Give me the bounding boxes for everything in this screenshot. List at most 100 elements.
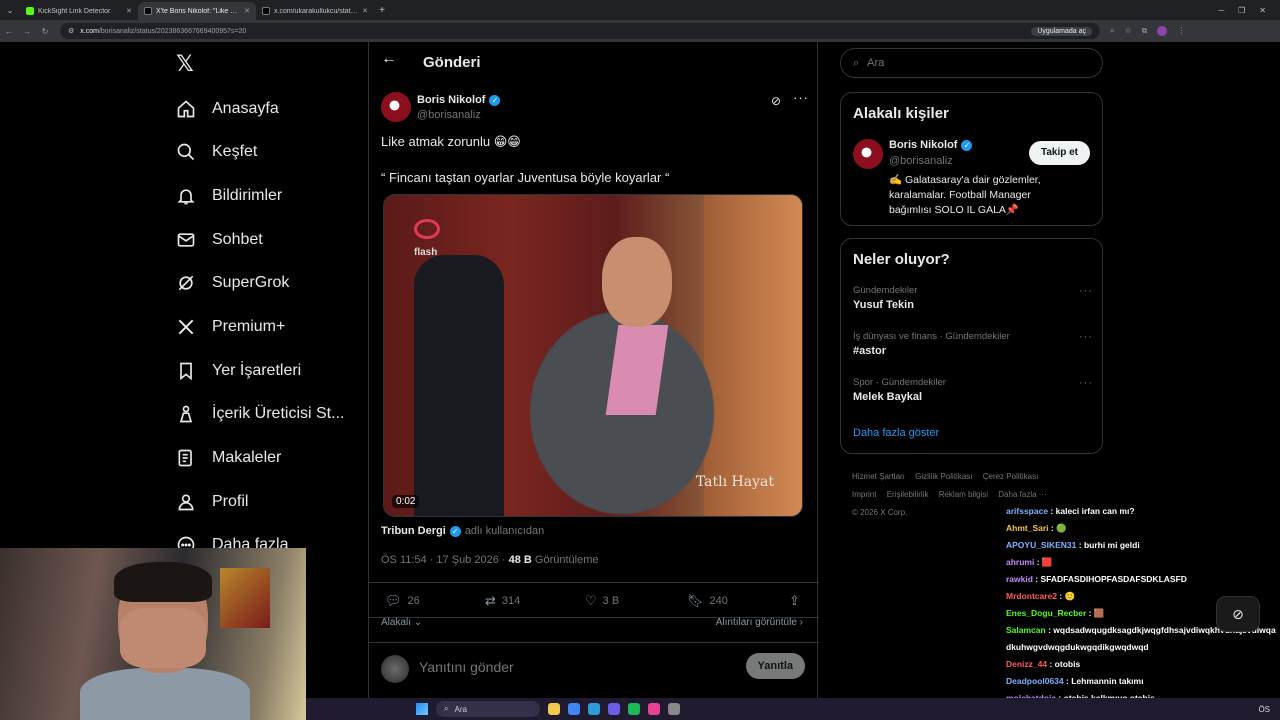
- menu-icon[interactable]: ⋮: [1177, 26, 1185, 36]
- profile-avatar[interactable]: [1157, 26, 1168, 36]
- tab-search-icon[interactable]: ⌄: [0, 0, 20, 20]
- footer-link[interactable]: Çerez Politikası: [983, 472, 1039, 481]
- new-tab-icon[interactable]: +: [374, 5, 390, 16]
- reply-action[interactable]: 💬︎ 26: [385, 593, 420, 609]
- chat-username[interactable]: Deadpool0634: [1006, 676, 1064, 686]
- nav-item-articles[interactable]: Makaleler: [176, 443, 281, 473]
- bookmark-icon: [176, 361, 196, 381]
- nav-item-notifications[interactable]: Bildirimler: [176, 181, 282, 211]
- grok-floating-icon[interactable]: ⊘: [1216, 596, 1260, 632]
- chat-text: Lehmannin takımı: [1071, 676, 1144, 686]
- chat-username[interactable]: Ahmt_Sari: [1006, 523, 1049, 533]
- trend-item[interactable]: Gündemdekiler Yusuf Tekin ···: [853, 285, 1093, 311]
- extensions-icon[interactable]: ⧉: [1142, 26, 1148, 36]
- footer-link[interactable]: Reklam bilgisi: [939, 490, 988, 499]
- author-handle[interactable]: @borisanaliz: [417, 109, 481, 121]
- chrome-icon[interactable]: [568, 703, 580, 715]
- related-avatar[interactable]: [853, 139, 883, 169]
- more-options-icon[interactable]: ···: [793, 90, 809, 105]
- reply-input[interactable]: Yanıtını gönder: [419, 659, 514, 675]
- trend-item[interactable]: İş dünyası ve finans · Gündemdekiler #as…: [853, 331, 1093, 357]
- chat-username[interactable]: ahrumi: [1006, 557, 1034, 567]
- chat-message: rawkid : SFADFASDIHOPFASDAFSDKLASFD: [1006, 571, 1278, 588]
- footer-link[interactable]: Imprint: [852, 490, 876, 499]
- show-more-link[interactable]: Daha fazla göster: [853, 427, 939, 439]
- trend-item[interactable]: Spor · Gündemdekiler Melek Baykal ···: [853, 377, 1093, 403]
- footer-link[interactable]: Hizmet Şartları: [852, 472, 905, 481]
- source-name[interactable]: Tribun Dergi: [381, 525, 446, 537]
- back-arrow-icon[interactable]: ←: [381, 50, 397, 68]
- nav-item-home[interactable]: Anasayfa: [176, 94, 279, 124]
- app-icon[interactable]: [648, 703, 660, 715]
- chat-username[interactable]: arifsspace: [1006, 506, 1048, 516]
- more-options-icon[interactable]: ···: [1079, 377, 1093, 389]
- webcam-overlay: [0, 548, 306, 720]
- author-name[interactable]: Boris Nikolof ✓: [417, 94, 501, 106]
- nav-item-premium[interactable]: Premium+: [176, 312, 285, 342]
- nav-item-supergrok[interactable]: SuperGrok: [176, 268, 289, 298]
- footer-link[interactable]: Erişilebilirlik: [887, 490, 929, 499]
- share-action[interactable]: ⇪: [789, 593, 800, 609]
- spotify-icon[interactable]: [628, 703, 640, 715]
- chat-username[interactable]: APOYU_SIKEN31: [1006, 540, 1076, 550]
- verified-badge-icon: ✓: [489, 94, 501, 106]
- user-avatar[interactable]: [381, 655, 409, 683]
- tab-close-icon[interactable]: ✕: [244, 7, 250, 15]
- tab-close-icon[interactable]: ✕: [362, 7, 368, 15]
- sort-dropdown[interactable]: Alakalı ⌄: [381, 617, 422, 628]
- browser-tab-active[interactable]: X'te Boris Nikolof: "Like atmak ✕: [138, 2, 256, 20]
- folder-icon[interactable]: [548, 703, 560, 715]
- repost-action[interactable]: ⇄ 314: [485, 593, 520, 609]
- like-action[interactable]: ♡ 3 B: [585, 593, 619, 609]
- chat-username[interactable]: Denizz_44: [1006, 659, 1047, 669]
- minimize-icon[interactable]: ─: [1218, 6, 1224, 15]
- video-source[interactable]: Tribun Dergi ✓ adlı kullanıcıdan: [381, 525, 544, 537]
- nav-item-creator-studio[interactable]: İçerik Üreticisi St...: [176, 399, 344, 429]
- discord-icon[interactable]: [608, 703, 620, 715]
- taskbar-search[interactable]: ⌕ Ara: [436, 701, 540, 717]
- tab-close-icon[interactable]: ✕: [126, 7, 132, 15]
- nav-item-bookmarks[interactable]: Yer İşaretleri: [176, 356, 301, 386]
- chat-username[interactable]: Mrdontcare2: [1006, 591, 1057, 601]
- edge-icon[interactable]: [588, 703, 600, 715]
- windows-start-icon[interactable]: [416, 703, 428, 715]
- maximize-icon[interactable]: ❐: [1238, 6, 1245, 15]
- app-icon[interactable]: [668, 703, 680, 715]
- author-avatar[interactable]: [381, 92, 411, 122]
- more-options-icon[interactable]: ···: [1079, 285, 1093, 297]
- browser-tab[interactable]: x.com/ukarakullukcu/status/20 ✕: [256, 2, 374, 20]
- nav-item-messages[interactable]: Sohbet: [176, 225, 263, 255]
- back-icon[interactable]: ←: [0, 27, 18, 36]
- site-info-icon[interactable]: ⚙: [68, 27, 74, 35]
- post-time[interactable]: ÖS 11:54 · 17 Şub 2026 ·: [381, 554, 509, 566]
- browser-tab[interactable]: KickSight Link Detector ✕: [20, 2, 138, 20]
- nav-item-profile[interactable]: Profil: [176, 487, 248, 517]
- related-handle[interactable]: @borisanaliz: [889, 155, 953, 167]
- more-options-icon[interactable]: ···: [1079, 331, 1093, 343]
- chat-username[interactable]: Enes_Dogu_Recber: [1006, 608, 1086, 618]
- post-video[interactable]: flash Tatlı Hayat 0:02: [383, 194, 803, 517]
- search-input[interactable]: ⌕ Ara: [840, 48, 1103, 78]
- chat-username[interactable]: Salamcan: [1006, 625, 1046, 635]
- grok-icon: [176, 273, 196, 293]
- grok-explain-icon[interactable]: ⊘: [771, 94, 781, 108]
- open-in-app-button[interactable]: Uygulamada aç: [1031, 26, 1092, 36]
- follow-button[interactable]: Takip et: [1028, 141, 1090, 165]
- footer-link[interactable]: Gizlilik Politikası: [915, 472, 972, 481]
- source-suffix: adlı kullanıcıdan: [464, 525, 545, 537]
- reply-button[interactable]: Yanıtla: [745, 653, 805, 679]
- related-name[interactable]: Boris Nikolof ✓: [889, 139, 973, 151]
- forward-icon[interactable]: →: [18, 27, 36, 36]
- star-icon[interactable]: ☆: [1124, 26, 1131, 36]
- bookmark-action[interactable]: 🔖︎ 240: [687, 593, 728, 609]
- zoom-icon[interactable]: ⌕: [1110, 26, 1114, 36]
- clock[interactable]: ÖS: [1258, 705, 1270, 714]
- close-window-icon[interactable]: ✕: [1259, 6, 1266, 15]
- reload-icon[interactable]: ↻: [36, 27, 54, 36]
- footer-link[interactable]: Daha fazla ···: [998, 490, 1046, 499]
- nav-item-explore[interactable]: Keşfet: [176, 137, 257, 167]
- chat-username[interactable]: rawkid: [1006, 574, 1033, 584]
- view-quotes-link[interactable]: Alıntıları görüntüle ›: [716, 617, 803, 628]
- x-logo-icon[interactable]: 𝕏: [176, 52, 200, 76]
- address-bar[interactable]: ⚙ x.com/borisanaliz/status/2023863667669…: [60, 23, 1100, 39]
